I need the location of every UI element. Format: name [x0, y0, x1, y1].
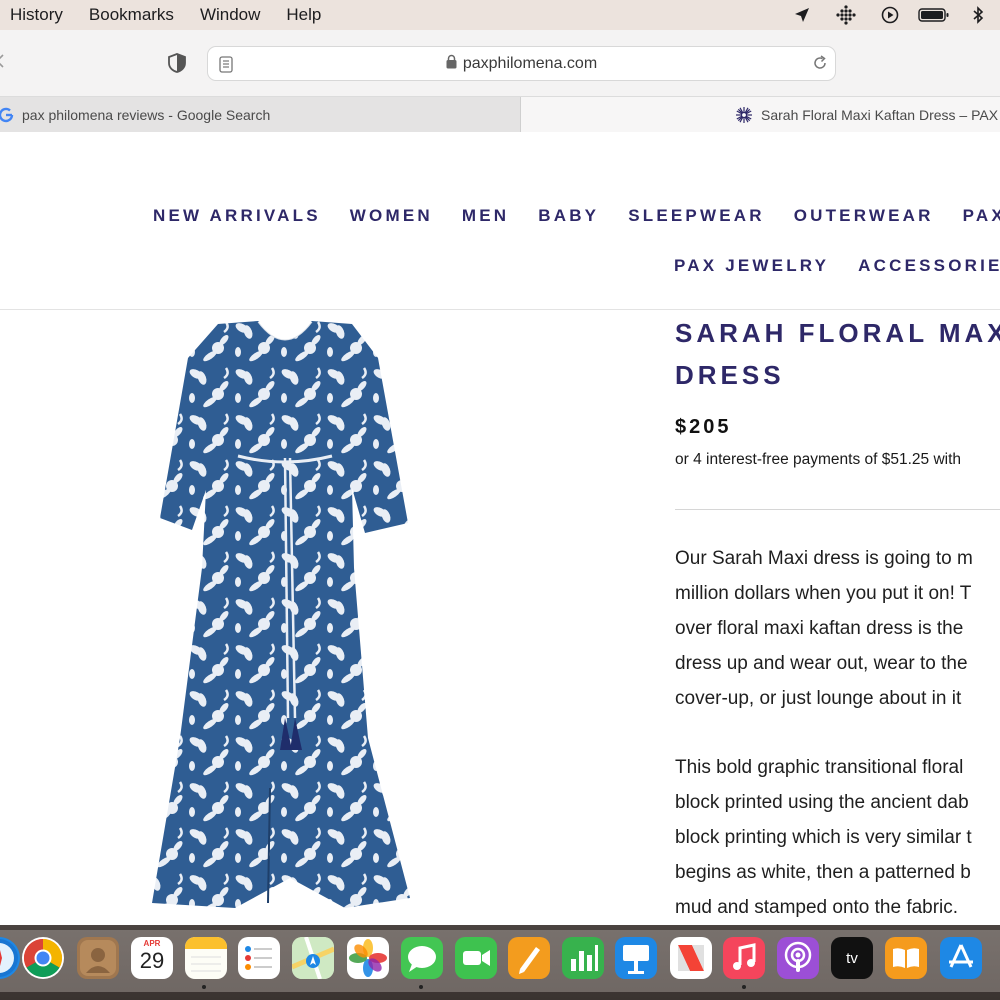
nav-row-secondary: PAX JEWELRY ACCESSORIES — [674, 256, 1000, 276]
podcasts-icon[interactable] — [777, 937, 819, 979]
calendar-day: 29 — [139, 948, 165, 973]
menu-help[interactable]: Help — [286, 5, 321, 25]
apple-tv-label: tv — [846, 949, 858, 967]
menu-bookmarks[interactable]: Bookmarks — [89, 5, 174, 25]
notes-icon[interactable] — [185, 937, 227, 979]
description-line: begins as white, then a patterned b — [675, 862, 971, 883]
description-line: mud and stamped onto the fabric. — [675, 897, 959, 918]
menu-window[interactable]: Window — [200, 5, 260, 25]
news-icon[interactable] — [670, 937, 712, 979]
chrome-icon[interactable] — [22, 937, 64, 979]
description-line: block printed using the ancient dab — [675, 792, 969, 813]
music-icon[interactable] — [723, 937, 765, 979]
tab-google-search[interactable]: pax philomena reviews - Google Search — [0, 97, 521, 132]
app-store-icon[interactable] — [940, 937, 982, 979]
product-title-line: DRESS — [675, 360, 785, 390]
description-line: block printing which is very similar t — [675, 827, 972, 848]
play-circle-icon[interactable] — [868, 0, 912, 30]
calendar-month: APR — [143, 939, 161, 948]
sidebar-chevron-icon[interactable] — [0, 54, 4, 72]
nav-new-arrivals[interactable]: NEW ARRIVALS — [153, 206, 321, 225]
description-line: over floral maxi kaftan dress is the — [675, 618, 964, 639]
nav-accessories[interactable]: ACCESSORIES — [858, 256, 1000, 275]
pax-star-icon — [735, 106, 753, 124]
nav-pax-co[interactable]: PAX CO — [963, 206, 1000, 225]
photos-icon[interactable] — [347, 937, 389, 979]
tab-bar: pax philomena reviews - Google Search Sa… — [0, 96, 1000, 132]
running-indicator — [742, 985, 746, 989]
location-arrow-icon[interactable] — [780, 0, 824, 30]
description-line: million dollars when you put it on! T — [675, 583, 972, 604]
product-description-paragraph: Our Sarah Maxi dress is going to m milli… — [675, 541, 1000, 716]
keynote-icon[interactable] — [615, 937, 657, 979]
nav-sleepwear[interactable]: SLEEPWEAR — [628, 206, 764, 225]
books-icon[interactable] — [885, 937, 927, 979]
product-description-paragraph: This bold graphic transitional floral bl… — [675, 750, 1000, 925]
siri-dots-icon[interactable] — [824, 0, 868, 30]
privacy-shield-icon[interactable] — [166, 52, 188, 78]
description-line: Our Sarah Maxi dress is going to m — [675, 548, 973, 569]
running-indicator — [202, 985, 206, 989]
tab-product-page[interactable]: Sarah Floral Maxi Kaftan Dress – PAX — [521, 97, 1000, 132]
site-navigation: NEW ARRIVALS WOMEN MEN BABY SLEEPWEAR OUTERWE… — [0, 132, 1000, 310]
facetime-icon[interactable] — [455, 937, 497, 979]
numbers-icon[interactable] — [562, 937, 604, 979]
pages-icon[interactable] — [508, 937, 550, 979]
divider — [675, 509, 1000, 510]
messages-icon[interactable] — [401, 937, 443, 979]
browser-toolbar: paxphilomena.com — [0, 30, 1000, 96]
url-display[interactable]: paxphilomena.com — [208, 47, 835, 80]
contacts-icon[interactable] — [77, 937, 119, 979]
description-line: This bold graphic transitional floral — [675, 757, 964, 778]
nav-row-primary: NEW ARRIVALS WOMEN MEN BABY SLEEPWEAR OUTERWE… — [153, 206, 1000, 226]
nav-outerwear[interactable]: OUTERWEAR — [794, 206, 934, 225]
apple-tv-icon[interactable]: tv — [831, 937, 873, 979]
installments-text: or 4 interest-free payments of $51.25 wi… — [675, 451, 962, 468]
nav-baby[interactable]: BABY — [538, 206, 599, 225]
nav-women[interactable]: WOMEN — [350, 206, 433, 225]
tab-title: pax philomena reviews - Google Search — [22, 106, 271, 123]
status-icons — [780, 0, 1000, 30]
product-title-line: SARAH FLORAL MAXI — [675, 318, 1000, 348]
google-g-icon — [0, 107, 14, 123]
product-price: $205 — [675, 416, 732, 438]
lock-icon — [446, 54, 457, 74]
reminders-icon[interactable] — [238, 937, 280, 979]
running-indicator — [419, 985, 423, 989]
bluetooth-icon[interactable] — [956, 0, 1000, 30]
nav-pax-jewelry[interactable]: PAX JEWELRY — [674, 256, 829, 275]
description-line: cover-up, or just lounge about in it — [675, 688, 962, 709]
menu-history[interactable]: History — [10, 5, 63, 25]
reload-icon[interactable] — [811, 54, 829, 76]
url-text: paxphilomena.com — [462, 54, 598, 72]
address-bar[interactable]: paxphilomena.com — [207, 46, 836, 81]
battery-icon[interactable] — [912, 0, 956, 30]
product-title: SARAH FLORAL MAXI DRESS — [675, 312, 1000, 396]
nav-men[interactable]: MEN — [462, 206, 509, 225]
description-line: dress up and wear out, wear to the — [675, 653, 968, 674]
maps-icon[interactable] — [292, 937, 334, 979]
product-image[interactable] — [140, 318, 430, 918]
tab-title: Sarah Floral Maxi Kaftan Dress – PAX — [761, 106, 999, 123]
calendar-icon[interactable]: APR 29 — [131, 937, 173, 979]
menu-bar: History Bookmarks Window Help — [0, 0, 1000, 30]
